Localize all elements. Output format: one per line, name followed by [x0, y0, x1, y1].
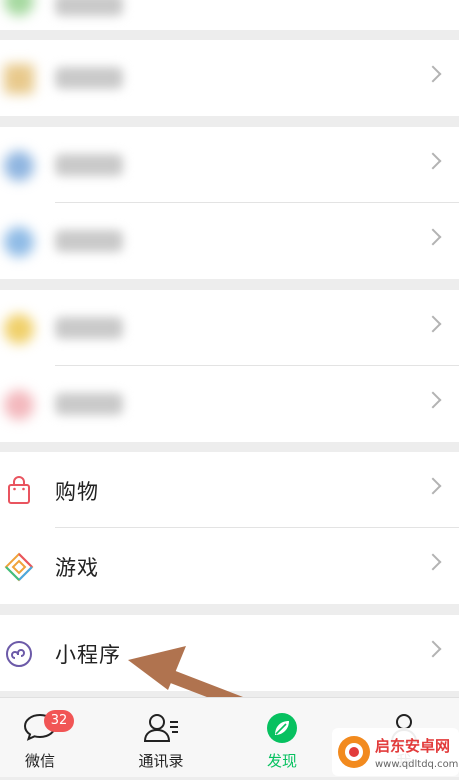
channels-icon	[4, 64, 34, 94]
list-item-shopping[interactable]: 购物	[0, 452, 459, 528]
list-item-channels[interactable]	[0, 40, 459, 116]
games-diamond-icon	[4, 552, 34, 582]
games-label: 游戏	[55, 556, 99, 580]
list-item-partial[interactable]	[0, 0, 459, 30]
chevron-right-icon	[424, 553, 442, 571]
nearby-icon	[4, 390, 34, 420]
chevron-right-icon	[424, 640, 442, 658]
chevron-right-icon	[424, 228, 442, 246]
tab-chats[interactable]: 32 微信	[0, 698, 90, 777]
svg-text:启东安卓网: 启东安卓网	[375, 737, 450, 755]
blurred-label	[55, 0, 123, 16]
tab-contacts-label: 通讯录	[138, 752, 184, 770]
shopping-label: 购物	[55, 480, 99, 504]
list-item-moments[interactable]	[0, 127, 459, 203]
tab-discover[interactable]: 发现	[232, 698, 332, 777]
contacts-icon	[142, 712, 180, 748]
moments-icon	[4, 151, 34, 181]
tab-discover-label: 发现	[266, 752, 297, 770]
list-item-mini-programs[interactable]: 小程序	[0, 615, 459, 691]
chevron-right-icon	[424, 152, 442, 170]
compass-icon	[266, 712, 298, 748]
blurred-label	[55, 317, 123, 339]
mini-programs-label: 小程序	[55, 643, 121, 667]
chevron-right-icon	[424, 315, 442, 333]
list-item-shake[interactable]	[0, 290, 459, 366]
list-item-nearby[interactable]	[0, 366, 459, 442]
scan-icon	[4, 227, 34, 257]
tab-contacts[interactable]: 通讯录	[111, 698, 211, 777]
shopping-bag-icon	[4, 476, 34, 506]
chevron-right-icon	[424, 65, 442, 83]
blurred-label	[55, 67, 123, 89]
chevron-right-icon	[424, 391, 442, 409]
mini-program-icon	[4, 639, 34, 669]
blurred-label	[55, 154, 123, 176]
unread-badge: 32	[44, 710, 74, 732]
svg-text:www.qdltdq.com: www.qdltdq.com	[375, 759, 458, 770]
list-item-scan[interactable]	[0, 203, 459, 279]
tab-chats-label: 微信	[24, 752, 55, 770]
shake-icon	[4, 314, 34, 344]
blurred-label	[55, 230, 123, 252]
watermark-logo: 启东安卓网 www.qdltdq.com	[332, 728, 459, 776]
blurred-icon	[4, 0, 34, 16]
blurred-label	[55, 393, 123, 415]
list-item-games[interactable]: 游戏	[0, 528, 459, 604]
chevron-right-icon	[424, 477, 442, 495]
